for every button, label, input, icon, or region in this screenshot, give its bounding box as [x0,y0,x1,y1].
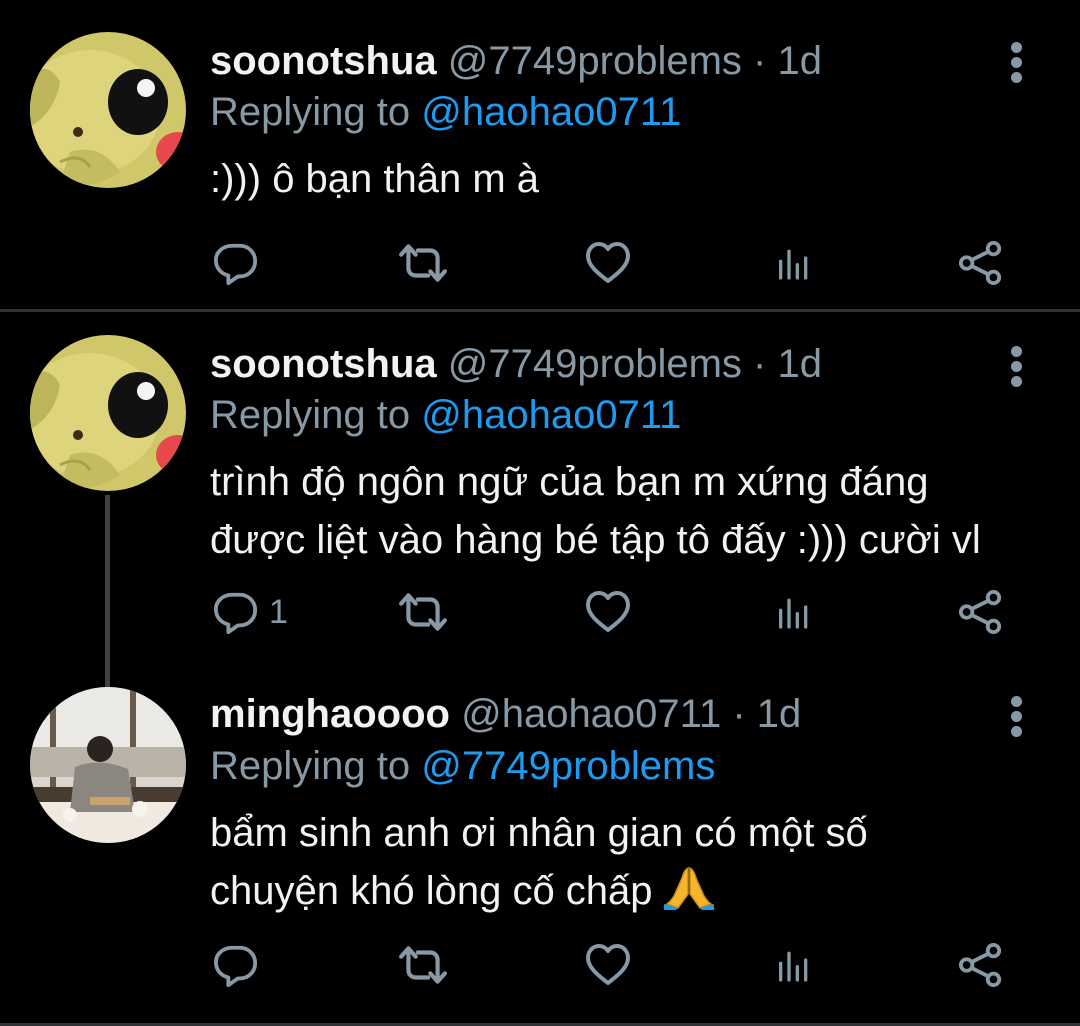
replying-to-label: Replying to [210,393,411,437]
heart-icon [584,239,632,287]
separator: · [732,692,746,736]
display-name[interactable]: minghaoooo [210,692,450,736]
retweet-icon [398,587,448,637]
retweet-icon [398,940,448,990]
share-icon [958,942,1004,988]
tweet-text-line: :))) ô bạn thân m à [210,157,540,201]
more-vertical-icon[interactable] [1004,42,1028,83]
tweet-header: soonotshua @7749problems · 1d [210,37,990,85]
tweet-text-line-with-emoji: chuyện khó lòng cố chấp 🙏 [210,862,1020,926]
tweet-text: bẩm sinh anh ơi nhân gian có một số chuy… [210,804,1020,926]
action-bar: 1 [0,587,1080,637]
reply-count: 1 [269,592,288,631]
separator: · [753,39,767,83]
tweet-text-line: bẩm sinh anh ơi nhân gian có một số [210,811,868,855]
folded-hands-icon: 🙏 [663,864,714,926]
replying-to-mention[interactable]: @haohao0711 [421,393,681,437]
tweet-header: soonotshua @7749problems · 1d [210,340,990,388]
user-handle[interactable]: @7749problems [448,342,742,386]
replying-to-label: Replying to [210,744,411,788]
tweet-text: :))) ô bạn thân m à [210,150,1020,208]
reply-icon [213,240,259,286]
avatar[interactable] [30,32,186,188]
avatar-image [30,335,186,491]
reply-icon [213,589,259,635]
avatar-image [30,687,186,843]
analytics-icon [774,943,814,987]
avatar-image [30,32,186,188]
retweet-button[interactable] [398,587,448,637]
replying-to: Replying to @haohao0711 [210,391,681,439]
heart-icon [584,588,632,636]
like-button[interactable] [584,587,632,637]
analytics-button[interactable] [774,587,814,637]
share-button[interactable] [958,587,1004,637]
tweet[interactable]: minghaoooo @haohao0711 · 1d Replying to … [0,662,1080,1026]
user-handle[interactable]: @7749problems [448,39,742,83]
display-name[interactable]: soonotshua [210,342,437,386]
tweet-header: minghaoooo @haohao0711 · 1d [210,690,990,738]
replying-to-mention[interactable]: @7749problems [421,744,715,788]
reply-button[interactable]: 1 [213,587,288,637]
timestamp[interactable]: 1d [757,692,802,736]
user-handle[interactable]: @haohao0711 [461,692,721,736]
replying-to-mention[interactable]: @haohao0711 [421,90,681,134]
tweet-text-line: được liệt vào hàng bé tập tô đấy :))) cư… [210,518,981,562]
share-icon [958,589,1004,635]
display-name[interactable]: soonotshua [210,39,437,83]
separator: · [753,342,767,386]
timestamp[interactable]: 1d [777,342,822,386]
retweet-icon [398,238,448,288]
action-bar [0,238,1080,288]
tweet-text-line: chuyện khó lòng cố chấp [210,869,653,913]
timestamp[interactable]: 1d [777,39,822,83]
reply-icon [213,942,259,988]
avatar[interactable] [30,335,186,491]
tweet[interactable]: soonotshua @7749problems · 1d Replying t… [0,312,1080,687]
analytics-icon [774,590,814,634]
reply-button[interactable] [213,238,269,288]
more-vertical-icon[interactable] [1004,696,1028,737]
replying-to-label: Replying to [210,90,411,134]
share-button[interactable] [958,940,1004,990]
action-bar [0,940,1080,990]
analytics-button[interactable] [774,238,814,288]
tweet[interactable]: soonotshua @7749problems · 1d Replying t… [0,0,1080,310]
avatar[interactable] [30,687,186,843]
more-vertical-icon[interactable] [1004,346,1028,387]
retweet-button[interactable] [398,940,448,990]
share-icon [958,240,1004,286]
like-button[interactable] [584,238,632,288]
share-button[interactable] [958,238,1004,288]
analytics-button[interactable] [774,940,814,990]
retweet-button[interactable] [398,238,448,288]
replying-to: Replying to @haohao0711 [210,88,681,136]
heart-icon [584,941,632,989]
tweet-text: trình độ ngôn ngữ của bạn m xứng đáng đư… [210,453,1020,569]
analytics-icon [774,241,814,285]
reply-button[interactable] [213,940,269,990]
tweet-text-line: trình độ ngôn ngữ của bạn m xứng đáng [210,460,929,504]
replying-to: Replying to @7749problems [210,742,715,790]
like-button[interactable] [584,940,632,990]
